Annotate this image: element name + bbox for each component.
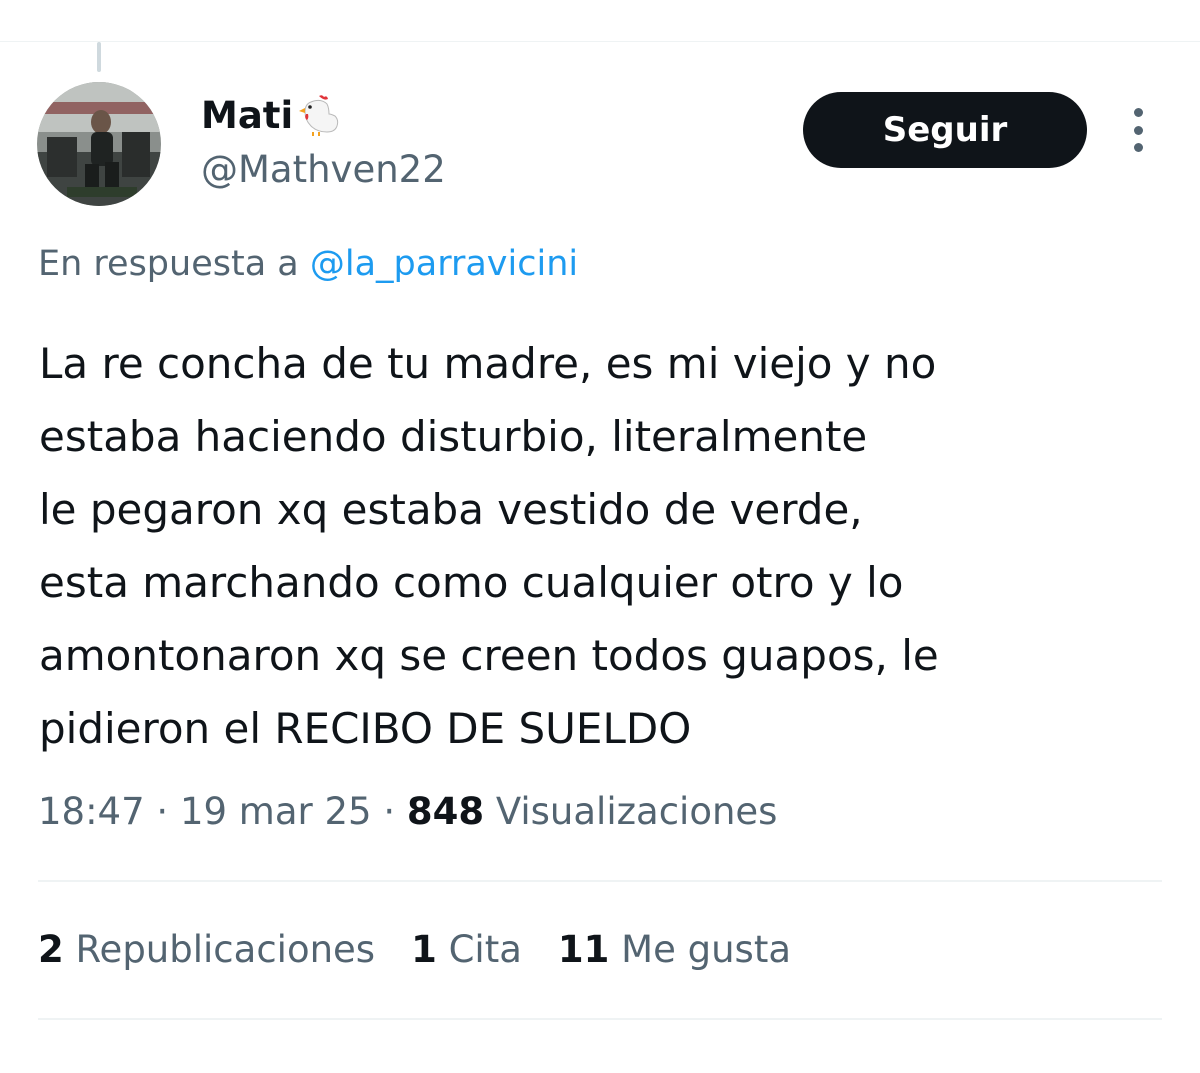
display-name[interactable]: Mati bbox=[201, 92, 343, 138]
stats-divider-top bbox=[38, 880, 1162, 882]
tweet-time[interactable]: 18:47 bbox=[38, 790, 145, 833]
tweet-line: pidieron el RECIBO DE SUELDO bbox=[39, 704, 692, 753]
meta-separator: · bbox=[383, 790, 396, 833]
likes-stat[interactable]: 11 Me gusta bbox=[558, 928, 791, 971]
views-label: Visualizaciones bbox=[495, 790, 778, 833]
thread-connector-line bbox=[97, 42, 101, 72]
tweet-line: le pegaron xq estaba vestido de verde, bbox=[39, 485, 863, 534]
tweet-line: amontonaron xq se creen todos guapos, le bbox=[39, 631, 939, 680]
tweet-line: estaba haciendo disturbio, literalmente bbox=[39, 412, 868, 461]
follow-button[interactable]: Seguir bbox=[803, 92, 1087, 168]
avatar[interactable] bbox=[37, 82, 161, 206]
quotes-label: Cita bbox=[448, 928, 522, 971]
meta-separator: · bbox=[156, 790, 169, 833]
tweet-text: La re concha de tu madre, es mi viejo y … bbox=[39, 327, 1169, 765]
chicken-icon bbox=[297, 92, 343, 138]
quotes-count: 1 bbox=[411, 928, 437, 971]
reposts-stat[interactable]: 2 Republicaciones bbox=[38, 928, 375, 971]
more-options-icon[interactable] bbox=[1120, 108, 1156, 152]
tweet-line: La re concha de tu madre, es mi viejo y … bbox=[39, 339, 937, 388]
quotes-stat[interactable]: 1 Cita bbox=[411, 928, 522, 971]
user-handle[interactable]: @Mathven22 bbox=[201, 148, 446, 191]
engagement-stats: 2 Republicaciones 1 Cita 11 Me gusta bbox=[38, 928, 827, 971]
likes-label: Me gusta bbox=[621, 928, 791, 971]
top-divider bbox=[0, 41, 1200, 42]
reply-prefix: En respuesta a bbox=[38, 244, 310, 284]
tweet-line: esta marchando como cualquier otro y lo bbox=[39, 558, 904, 607]
reposts-count: 2 bbox=[38, 928, 64, 971]
tweet-meta: 18:47 · 19 mar 25 · 848 Visualizaciones bbox=[38, 790, 777, 833]
reply-context: En respuesta a @la_parravicini bbox=[38, 244, 578, 284]
reply-mention-link[interactable]: @la_parravicini bbox=[310, 244, 578, 284]
tweet-date[interactable]: 19 mar 25 bbox=[180, 790, 372, 833]
stats-divider-bottom bbox=[38, 1018, 1162, 1020]
reposts-label: Republicaciones bbox=[75, 928, 376, 971]
likes-count: 11 bbox=[557, 928, 610, 971]
views-count: 848 bbox=[406, 790, 485, 833]
display-name-text: Mati bbox=[201, 93, 294, 137]
